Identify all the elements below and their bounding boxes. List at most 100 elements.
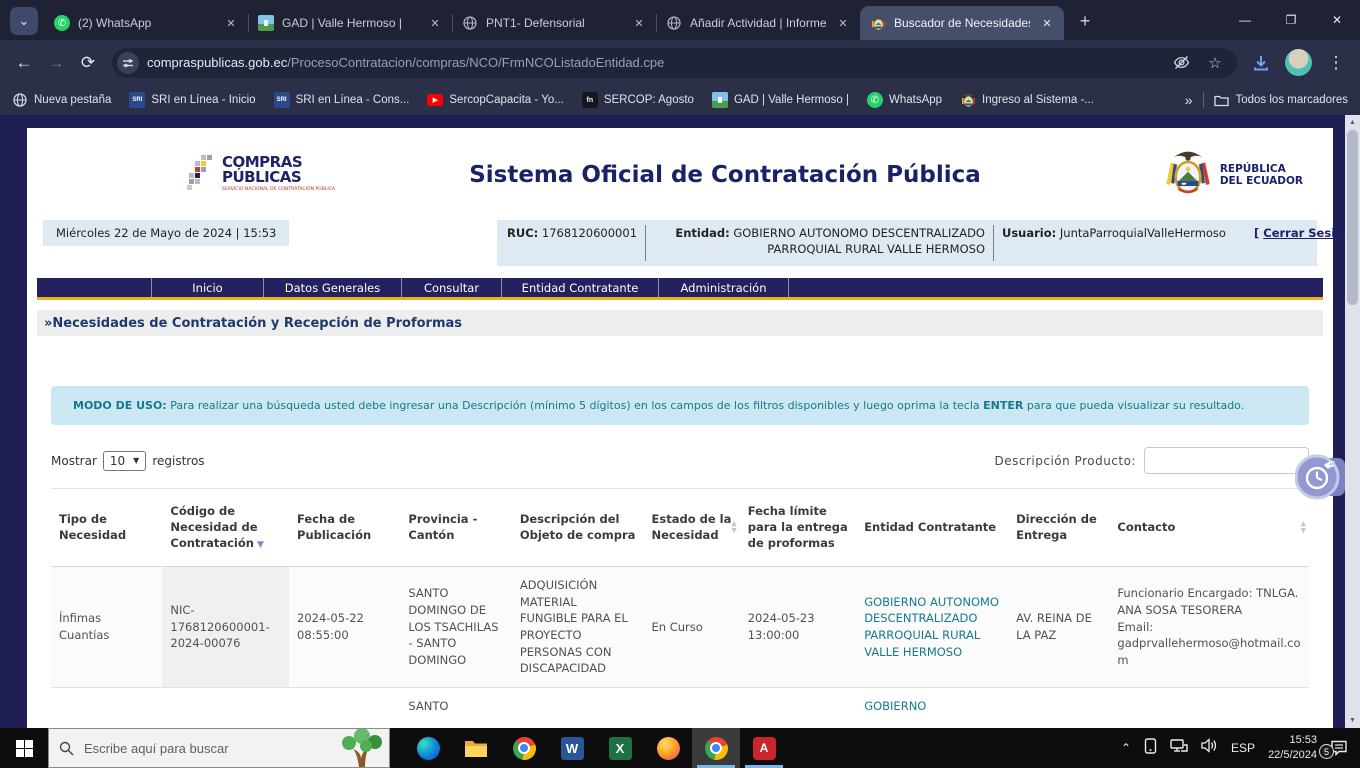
logo-tagline: SERVICIO NACIONAL DE CONTRATACIÓN PÚBLIC… [222, 187, 335, 192]
tray-time: 15:53 [1268, 733, 1317, 748]
ecuador-arms-favicon-icon [870, 15, 886, 31]
window-minimize-button[interactable]: — [1222, 0, 1268, 40]
product-filter: Descripción Producto: [995, 447, 1310, 474]
address-bar[interactable]: compraspublicas.gob.ec/ProcesoContrataci… [112, 48, 1237, 78]
cell-fecha-limite [740, 687, 856, 728]
sort-both-icon[interactable]: ▲▼ [1301, 521, 1306, 534]
new-tab-button[interactable]: + [1070, 6, 1100, 36]
bookmark-label: WhatsApp [889, 94, 942, 106]
entity-value: GOBIERNO AUTONOMO DESCENTRALIZADO PARROQ… [733, 226, 985, 256]
nav-item-consultar[interactable]: Consultar [401, 278, 501, 297]
bookmark-whatsapp[interactable]: ✆ WhatsApp [867, 92, 942, 108]
bookmark-gad-valle-hermoso[interactable]: GAD | Valle Hermoso | [712, 92, 849, 108]
tab-gad-valle-hermoso[interactable]: GAD | Valle Hermoso | ✕ [248, 6, 452, 40]
product-description-input[interactable] [1144, 447, 1309, 474]
logout-label[interactable]: Cerrar Sesión [1263, 226, 1351, 240]
bookmark-sri-inicio[interactable]: SRI SRI en Línea - Inicio [129, 92, 255, 108]
phone-link-icon[interactable] [1144, 738, 1157, 759]
bookmark-sri-consultas[interactable]: SRI SRI en Línea - Cons... [274, 92, 410, 108]
acrobat-icon: A [753, 737, 776, 760]
republic-block: REPÚBLICA DEL ECUADOR [1113, 149, 1303, 201]
bookmark-sercop-agosto[interactable]: fn SERCOP: Agosto [582, 92, 694, 108]
bookmark-ingreso-sistema[interactable]: Ingreso al Sistema -... [960, 92, 1094, 108]
tray-date: 22/5/2024 [1268, 748, 1317, 763]
scrollbar-down-arrow-icon[interactable]: ▼ [1345, 713, 1360, 728]
volume-icon[interactable] [1201, 738, 1218, 758]
gad-favicon-icon [712, 92, 728, 108]
language-indicator[interactable]: ESP [1231, 741, 1255, 755]
gold-divider [37, 297, 1323, 300]
sort-descending-icon[interactable]: ▼ [257, 540, 264, 550]
bookmark-nueva-pestana[interactable]: Nueva pestaña [12, 92, 111, 108]
window-close-button[interactable]: ✕ [1314, 0, 1360, 40]
show-records-select[interactable]: 10 ▼ [103, 451, 146, 471]
tab-close-icon[interactable]: ✕ [630, 14, 648, 32]
notification-center-button[interactable]: 5 [1330, 740, 1348, 756]
start-button[interactable] [0, 728, 48, 768]
tab-close-icon[interactable]: ✕ [834, 14, 852, 32]
tab-close-icon[interactable]: ✕ [222, 14, 240, 32]
reload-icon[interactable]: ⟳ [72, 47, 104, 79]
entity-link[interactable]: GOBIERNO AUTONOMO DESCENTRALIZADO PARROQ… [864, 595, 999, 659]
all-bookmarks-button[interactable]: Todos los marcadores [1214, 92, 1349, 108]
taskbar-acrobat-button[interactable]: A [740, 728, 788, 768]
col-descripcion-objeto[interactable]: Descripción del Objeto de compra [512, 489, 644, 567]
taskbar-file-explorer-button[interactable] [452, 728, 500, 768]
col-tipo-necesidad[interactable]: Tipo de Necesidad [51, 489, 162, 567]
nav-item-entidad-contratante[interactable]: Entidad Contratante [501, 278, 658, 297]
nav-item-administracion[interactable]: Administración [658, 278, 789, 297]
divider [993, 225, 994, 261]
taskbar-excel-button[interactable]: X [596, 728, 644, 768]
col-estado-necesidad[interactable]: Estado de la Necesidad ▲▼ [644, 489, 740, 567]
taskbar-chrome-window-button[interactable] [692, 728, 740, 768]
window-restore-button[interactable]: ❐ [1268, 0, 1314, 40]
taskbar-edge-button[interactable] [404, 728, 452, 768]
bookmarks-overflow-icon[interactable]: » [1185, 92, 1193, 108]
scrollbar-thumb[interactable] [1347, 130, 1358, 305]
taskbar-search-box[interactable]: Escribe aquí para buscar [48, 728, 390, 768]
entity-link[interactable]: GOBIERNO [864, 699, 926, 713]
site-info-tune-icon[interactable] [117, 52, 139, 74]
bookmark-star-icon[interactable]: ☆ [1203, 51, 1227, 75]
col-fecha-limite[interactable]: Fecha límite para la entrega de proforma… [740, 489, 856, 567]
back-icon[interactable]: ← [8, 47, 40, 79]
user-cell: Usuario: JuntaParroquialValleHermoso [ C… [1002, 225, 1307, 261]
download-icon[interactable] [1245, 47, 1277, 79]
page-heading: »Necesidades de Contratación y Recepción… [37, 310, 1323, 336]
tab-whatsapp[interactable]: ✆ (2) WhatsApp ✕ [44, 6, 248, 40]
clock[interactable]: 15:53 22/5/2024 [1268, 733, 1317, 763]
col-codigo-necesidad[interactable]: Código de Necesidad de Contratación▼ [162, 489, 289, 567]
page-title: Sistema Oficial de Contratación Pública [337, 162, 1113, 188]
tab-close-icon[interactable]: ✕ [1038, 14, 1056, 32]
windows-logo-icon [16, 740, 33, 757]
bookmark-sercopcapacita[interactable]: ▶ SercopCapacita - Yo... [427, 94, 563, 106]
col-fecha-publicacion[interactable]: Fecha de Publicación [289, 489, 400, 567]
nav-item-datos-generales[interactable]: Datos Generales [263, 278, 401, 297]
network-icon[interactable] [1170, 738, 1188, 758]
tab-pnt1-defensorial[interactable]: PNT1- Defensorial ✕ [452, 6, 656, 40]
tab-close-icon[interactable]: ✕ [426, 14, 444, 32]
sort-both-icon[interactable]: ▲▼ [731, 521, 736, 534]
whatsapp-favicon-icon: ✆ [54, 15, 70, 31]
col-contacto[interactable]: Contacto ▲▼ [1109, 489, 1309, 567]
taskbar-firefox-button[interactable] [644, 728, 692, 768]
usage-bold: MODO DE USO: [73, 399, 167, 412]
nav-item-inicio[interactable]: Inicio [151, 278, 263, 297]
forward-icon[interactable]: → [40, 47, 72, 79]
profile-avatar[interactable] [1285, 49, 1312, 76]
tab-anadir-actividad[interactable]: Añadir Actividad | Informes | ✕ [656, 6, 860, 40]
eye-off-icon[interactable] [1169, 51, 1193, 75]
nav-spacer [37, 278, 151, 297]
col-direccion-entrega[interactable]: Dirección de Entrega [1008, 489, 1109, 567]
col-entidad-contratante[interactable]: Entidad Contratante [856, 489, 1008, 567]
tab-search-button[interactable]: ⌄ [10, 7, 38, 35]
col-provincia-canton[interactable]: Provincia - Cantón [400, 489, 511, 567]
taskbar-chrome-button[interactable] [500, 728, 548, 768]
tab-buscador-necesidades-active[interactable]: Buscador de Necesidades de ✕ [860, 6, 1064, 40]
menu-kebab-icon[interactable]: ⋮ [1320, 47, 1352, 79]
taskbar-word-button[interactable]: W [548, 728, 596, 768]
page-scrollbar[interactable]: ▲ ▼ [1345, 115, 1360, 728]
scrollbar-up-arrow-icon[interactable]: ▲ [1345, 115, 1360, 130]
floating-clock-widget[interactable] [1295, 453, 1347, 501]
tray-chevron-up-icon[interactable]: ⌃ [1121, 741, 1131, 755]
